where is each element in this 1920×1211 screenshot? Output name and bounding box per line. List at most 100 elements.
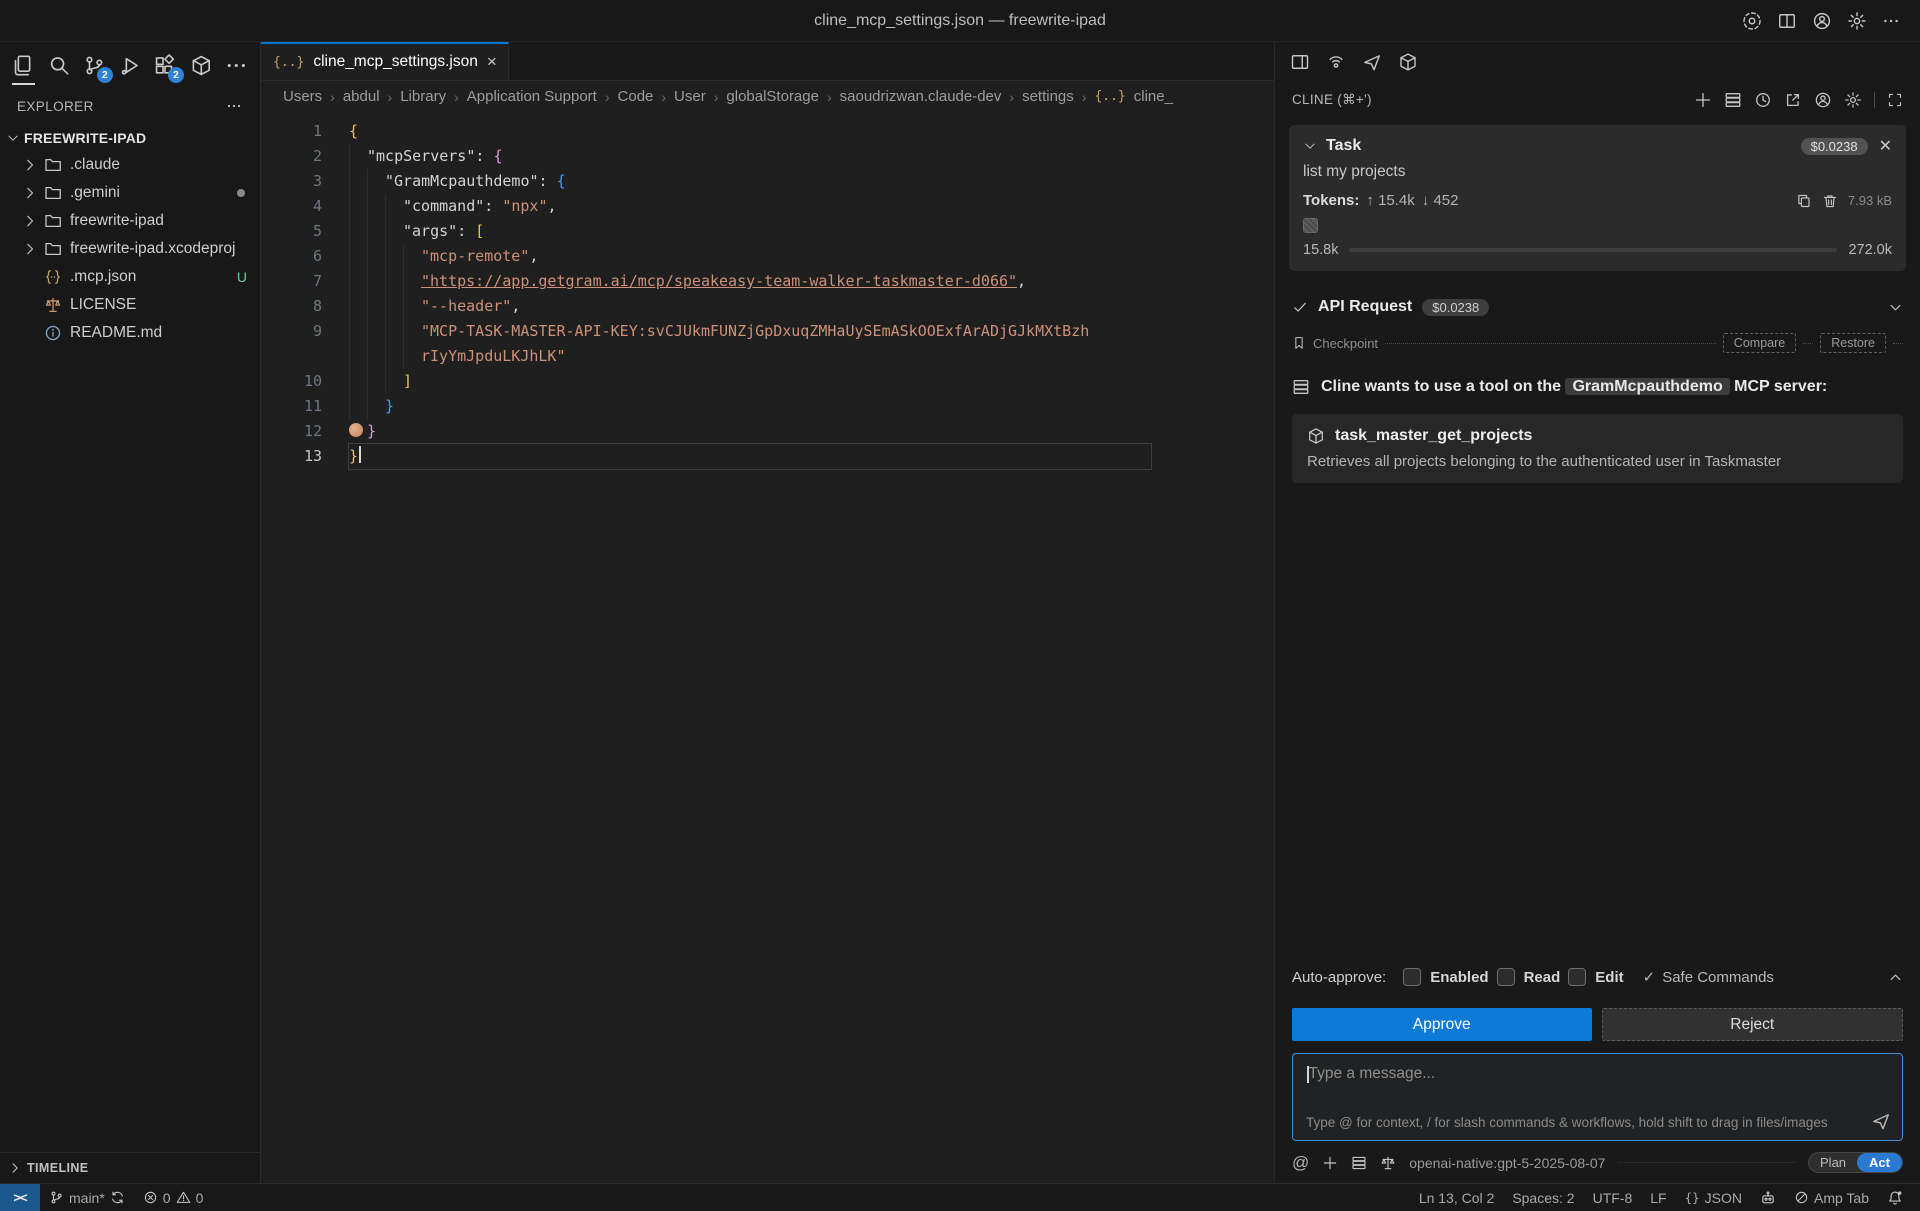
tree-item-readme-md[interactable]: README.md: [0, 319, 260, 347]
lightbulb-icon[interactable]: [349, 423, 363, 437]
breadcrumb-item[interactable]: saoudrizwan.claude-dev: [840, 88, 1002, 105]
eol[interactable]: LF: [1641, 1184, 1675, 1211]
breadcrumb-item[interactable]: User: [674, 88, 706, 105]
send-view-icon[interactable]: [1362, 52, 1382, 72]
activity-more-views-icon[interactable]: [225, 54, 248, 77]
tool-card[interactable]: task_master_get_projects Retrieves all p…: [1292, 414, 1903, 483]
plan-mode[interactable]: Plan: [1809, 1153, 1857, 1172]
activity-source-control-icon[interactable]: 2: [83, 54, 106, 77]
auto-approve-read[interactable]: Read: [1497, 968, 1561, 986]
package-view-icon[interactable]: [1398, 52, 1418, 72]
code-line-9[interactable]: 9"MCP-TASK-MASTER-API-KEY:svCJUkmFUNZjGp…: [261, 319, 1274, 344]
indentation[interactable]: Spaces: 2: [1503, 1184, 1583, 1211]
activity-run-debug-icon[interactable]: [119, 54, 142, 77]
code-line-4[interactable]: 4"command": "npx",: [261, 194, 1274, 219]
new-task-icon[interactable]: [1694, 91, 1712, 109]
code-line-7[interactable]: 7"https://app.getgram.ai/mcp/speakeasy-t…: [261, 269, 1274, 294]
code-line-11[interactable]: 11}: [261, 394, 1274, 419]
add-context-icon[interactable]: [1322, 1155, 1338, 1171]
tab-close-icon[interactable]: ×: [487, 52, 497, 72]
tab-cline-mcp-settings[interactable]: {..} cline_mcp_settings.json ×: [261, 42, 509, 80]
layout-split-icon[interactable]: [1777, 11, 1797, 31]
api-request-row[interactable]: API Request $0.0238: [1292, 298, 1903, 316]
auto-approve-edit[interactable]: Edit: [1568, 968, 1623, 986]
chevron-down-icon[interactable]: [1303, 139, 1317, 153]
expand-icon[interactable]: [1887, 92, 1903, 108]
language-mode[interactable]: {} JSON: [1676, 1184, 1751, 1211]
auto-approve-enabled[interactable]: Enabled: [1403, 968, 1488, 986]
breadcrumb-item[interactable]: Users: [283, 88, 322, 105]
tree-item--claude[interactable]: .claude: [0, 151, 260, 179]
trash-icon[interactable]: [1822, 193, 1838, 209]
more-icon[interactable]: [1882, 12, 1900, 30]
chat-input[interactable]: Type a message... Type @ for context, / …: [1292, 1053, 1903, 1141]
model-selector[interactable]: openai-native:gpt-5-2025-08-07: [1409, 1155, 1605, 1171]
plan-act-toggle[interactable]: Plan Act: [1808, 1152, 1903, 1173]
breadcrumb-item[interactable]: Application Support: [467, 88, 597, 105]
activity-extensions-icon[interactable]: 2: [154, 54, 177, 77]
code-line-2[interactable]: 2"mcpServers": {: [261, 144, 1274, 169]
task-close-icon[interactable]: ✕: [1879, 136, 1892, 156]
mention-icon[interactable]: @: [1292, 1153, 1309, 1173]
cursor-position[interactable]: Ln 13, Col 2: [1410, 1184, 1504, 1211]
breadcrumb-item[interactable]: Library: [400, 88, 446, 105]
code-line-12[interactable]: 12}: [261, 419, 1274, 444]
mcp-servers-icon[interactable]: [1724, 91, 1742, 109]
broadcast-icon[interactable]: [1326, 52, 1346, 72]
checkbox[interactable]: [1403, 968, 1421, 986]
breadcrumb-item[interactable]: Code: [618, 88, 654, 105]
code-editor[interactable]: 1{2"mcpServers": {3"GramMcpauthdemo": {4…: [261, 112, 1274, 1183]
send-icon[interactable]: [1871, 1111, 1891, 1131]
activity-remote-explorer-icon[interactable]: [190, 54, 213, 77]
chevron-down-icon[interactable]: [1888, 300, 1903, 315]
mcp-icon[interactable]: [1351, 1155, 1367, 1171]
restore-button[interactable]: Restore: [1820, 333, 1886, 353]
copilot-status[interactable]: [1751, 1184, 1785, 1211]
explorer-root-folder[interactable]: FREEWRITE-IPAD: [0, 124, 260, 151]
code-line-10[interactable]: 10]: [261, 369, 1274, 394]
activity-explorer-icon[interactable]: [12, 54, 35, 77]
timeline-section[interactable]: TIMELINE: [0, 1152, 260, 1183]
act-mode[interactable]: Act: [1857, 1153, 1902, 1172]
checkbox[interactable]: [1568, 968, 1586, 986]
settings-gear-icon[interactable]: [1847, 11, 1867, 31]
account-icon[interactable]: [1812, 11, 1832, 31]
history-icon[interactable]: [1754, 91, 1772, 109]
tree-item--mcp-json[interactable]: .mcp.jsonU: [0, 263, 260, 291]
copy-icon[interactable]: [1796, 193, 1812, 209]
checkbox[interactable]: [1497, 968, 1515, 986]
code-line-8[interactable]: 8"--header",: [261, 294, 1274, 319]
code-line-3[interactable]: 3"GramMcpauthdemo": {: [261, 169, 1274, 194]
open-in-editor-icon[interactable]: [1784, 91, 1802, 109]
tree-item-freewrite-ipad[interactable]: freewrite-ipad: [0, 207, 260, 235]
reject-button[interactable]: Reject: [1602, 1008, 1904, 1041]
compare-button[interactable]: Compare: [1723, 333, 1796, 353]
code-line-13[interactable]: 13}: [261, 444, 1274, 469]
notifications[interactable]: [1878, 1184, 1912, 1211]
breadcrumb-item[interactable]: settings: [1022, 88, 1074, 105]
git-branch[interactable]: main*: [40, 1184, 134, 1211]
approve-button[interactable]: Approve: [1292, 1008, 1592, 1041]
code-line-wrap[interactable]: rIyYmJpduLKJhLK": [261, 344, 1274, 369]
activity-search-icon[interactable]: [48, 54, 71, 77]
amp-tab-status[interactable]: Amp Tab: [1785, 1184, 1878, 1211]
panel-layout-icon[interactable]: [1290, 52, 1310, 72]
breadcrumb-item[interactable]: globalStorage: [726, 88, 819, 105]
breadcrumb-item[interactable]: cline_: [1134, 88, 1173, 105]
problems-indicator[interactable]: 0 0: [134, 1184, 213, 1211]
explorer-more-icon[interactable]: [226, 98, 242, 114]
account-icon[interactable]: [1814, 91, 1832, 109]
breadcrumb-item[interactable]: abdul: [343, 88, 380, 105]
tree-item-license[interactable]: LICENSE: [0, 291, 260, 319]
settings-gear-icon[interactable]: [1844, 91, 1862, 109]
remote-indicator[interactable]: ><: [0, 1184, 40, 1211]
code-line-1[interactable]: 1{: [261, 119, 1274, 144]
code-line-6[interactable]: 6"mcp-remote",: [261, 244, 1274, 269]
chevron-up-icon[interactable]: [1888, 970, 1903, 985]
tree-item-freewrite-ipad-xcodeproj[interactable]: freewrite-ipad.xcodeproj: [0, 235, 260, 263]
rules-icon[interactable]: [1380, 1155, 1396, 1171]
code-line-5[interactable]: 5"args": [: [261, 219, 1274, 244]
tree-item--gemini[interactable]: .gemini: [0, 179, 260, 207]
encoding[interactable]: UTF-8: [1584, 1184, 1642, 1211]
copilot-icon[interactable]: [1742, 11, 1762, 31]
